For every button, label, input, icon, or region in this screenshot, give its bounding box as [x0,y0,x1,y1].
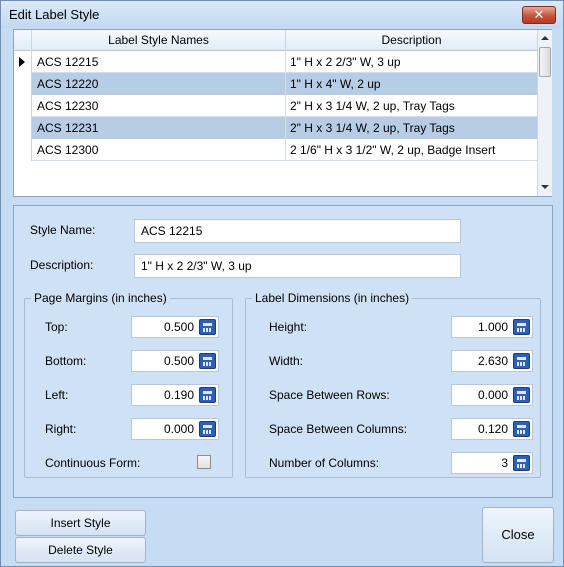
width-label: Width: [269,354,304,368]
current-row-arrow-icon [19,57,25,67]
margin-top-label: Top: [45,320,68,334]
calculator-icon[interactable] [513,319,530,335]
insert-style-button[interactable]: Insert Style [15,510,146,536]
calculator-icon[interactable] [513,353,530,369]
calculator-icon[interactable] [199,387,216,403]
cell-style-name[interactable]: ACS 12220 [32,73,286,95]
grid-header: Label Style Names Description [14,30,537,51]
calculator-icon[interactable] [199,319,216,335]
number-of-columns-value: 3 [501,456,508,470]
column-header-description[interactable]: Description [286,30,537,51]
margin-bottom-field[interactable]: 0.500 [131,350,219,372]
title-bar: Edit Label Style ✕ [1,1,563,28]
space-between-columns-value: 0.120 [477,422,508,436]
label-dimensions-title: Label Dimensions (in inches) [252,291,413,305]
margin-right-field[interactable]: 0.000 [131,418,219,440]
close-button[interactable]: Close [482,507,554,563]
continuous-form-checkbox[interactable] [197,455,211,469]
margin-bottom-label: Bottom: [45,354,87,368]
height-field[interactable]: 1.000 [451,316,533,338]
cell-style-name[interactable]: ACS 12230 [32,95,286,117]
style-name-input[interactable]: ACS 12215 [134,219,461,243]
page-margins-group: Page Margins (in inches) Top: 0.500 Bott… [24,291,233,478]
cell-description[interactable]: 2 1/6" H x 3 1/2" W, 2 up, Badge Insert [286,139,537,161]
description-label: Description: [30,258,94,272]
width-field[interactable]: 2.630 [451,350,533,372]
calculator-icon[interactable] [199,353,216,369]
calculator-icon[interactable] [513,387,530,403]
grid-vertical-scrollbar[interactable] [537,30,552,196]
style-details-panel: Style Name: ACS 12215 Description: 1" H … [13,205,553,498]
cell-style-name[interactable]: ACS 12215 [32,51,286,73]
margin-right-value: 0.000 [163,422,194,436]
margin-left-value: 0.190 [163,388,194,402]
row-selector[interactable] [14,139,32,161]
margin-right-label: Right: [45,422,77,436]
margin-left-label: Left: [45,388,69,402]
table-row[interactable]: ACS 12220 1" H x 4" W, 2 up [14,73,537,95]
scroll-down-arrow-icon[interactable] [541,185,549,189]
row-selector[interactable] [14,73,32,95]
margin-top-value: 0.500 [163,320,194,334]
continuous-form-label: Continuous Form: [45,456,141,470]
calculator-icon[interactable] [513,421,530,437]
cell-style-name[interactable]: ACS 12300 [32,139,286,161]
space-between-columns-label: Space Between Columns: [269,422,408,436]
row-selector[interactable] [14,51,32,73]
number-of-columns-field[interactable]: 3 [451,452,533,474]
cell-description[interactable]: 2" H x 3 1/4 W, 2 up, Tray Tags [286,117,537,139]
table-row[interactable]: ACS 12300 2 1/6" H x 3 1/2" W, 2 up, Bad… [14,139,537,161]
cell-description[interactable]: 1" H x 4" W, 2 up [286,73,537,95]
column-header-style-names[interactable]: Label Style Names [32,30,286,51]
style-name-label: Style Name: [30,223,96,237]
window-title: Edit Label Style [9,7,100,22]
grid-header-corner [14,30,32,51]
delete-style-button[interactable]: Delete Style [15,537,146,563]
margin-bottom-value: 0.500 [163,354,194,368]
space-between-rows-label: Space Between Rows: [269,388,390,402]
cell-description[interactable]: 1" H x 2 2/3" W, 3 up [286,51,537,73]
space-between-columns-field[interactable]: 0.120 [451,418,533,440]
scroll-up-arrow-icon[interactable] [541,36,549,40]
cell-style-name[interactable]: ACS 12231 [32,117,286,139]
calculator-icon[interactable] [199,421,216,437]
label-styles-grid[interactable]: Label Style Names Description ACS 12215 … [13,29,552,197]
edit-label-style-window: Edit Label Style ✕ Label Style Names Des… [0,0,564,567]
table-row[interactable]: ACS 12231 2" H x 3 1/4 W, 2 up, Tray Tag… [14,117,537,139]
row-selector[interactable] [14,95,32,117]
label-dimensions-group: Label Dimensions (in inches) Height: 1.0… [245,291,541,478]
calculator-icon[interactable] [513,455,530,471]
table-row[interactable]: ACS 12230 2" H x 3 1/4 W, 2 up, Tray Tag… [14,95,537,117]
number-of-columns-label: Number of Columns: [269,456,380,470]
table-row[interactable]: ACS 12215 1" H x 2 2/3" W, 3 up [14,51,537,73]
height-label: Height: [269,320,308,334]
description-input[interactable]: 1" H x 2 2/3" W, 3 up [134,254,461,278]
margin-left-field[interactable]: 0.190 [131,384,219,406]
height-value: 1.000 [477,320,508,334]
row-selector[interactable] [14,117,32,139]
margin-top-field[interactable]: 0.500 [131,316,219,338]
page-margins-title: Page Margins (in inches) [31,291,170,305]
space-between-rows-value: 0.000 [477,388,508,402]
width-value: 2.630 [477,354,508,368]
cell-description[interactable]: 2" H x 3 1/4 W, 2 up, Tray Tags [286,95,537,117]
close-icon[interactable]: ✕ [522,6,556,24]
scroll-thumb[interactable] [539,47,551,77]
space-between-rows-field[interactable]: 0.000 [451,384,533,406]
